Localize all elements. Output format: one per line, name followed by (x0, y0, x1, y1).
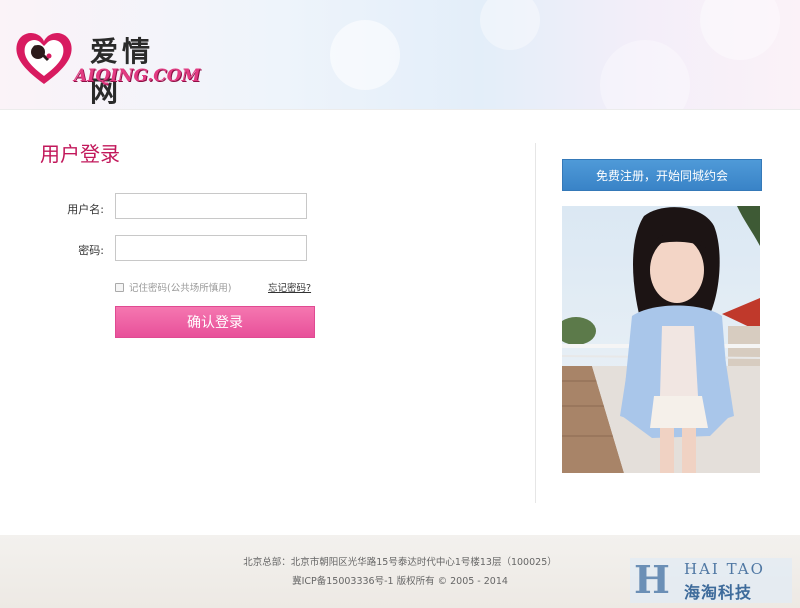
heart-icon (16, 32, 72, 84)
page-title: 用户登录 (40, 142, 120, 166)
login-button[interactable]: 确认登录 (115, 306, 315, 338)
remember-checkbox[interactable] (115, 282, 124, 292)
remember-password[interactable]: 记住密码(公共场所慎用) (115, 280, 231, 294)
logo-english-text: AIQING.COM (74, 66, 201, 86)
watermark-h-glyph: H (634, 557, 670, 602)
password-input[interactable] (115, 235, 307, 261)
register-button[interactable]: 免费注册，开始同城约会 (562, 159, 762, 191)
watermark: H HAI TAO 海淘科技 (630, 558, 792, 603)
password-label: 密码: (78, 244, 104, 257)
site-header: 爱情网 AIQING.COM (0, 0, 800, 110)
username-label: 用户名: (67, 203, 104, 216)
watermark-english-text: HAI TAO (684, 560, 765, 578)
column-divider (535, 143, 536, 503)
username-input[interactable] (115, 193, 307, 219)
watermark-chinese-text: 海淘科技 (684, 583, 753, 602)
forgot-password-link[interactable]: 忘记密码? (268, 280, 311, 294)
remember-label: 记住密码(公共场所慎用) (129, 283, 232, 294)
site-logo[interactable]: 爱情网 AIQING.COM (14, 28, 200, 108)
promo-photo (562, 206, 760, 473)
